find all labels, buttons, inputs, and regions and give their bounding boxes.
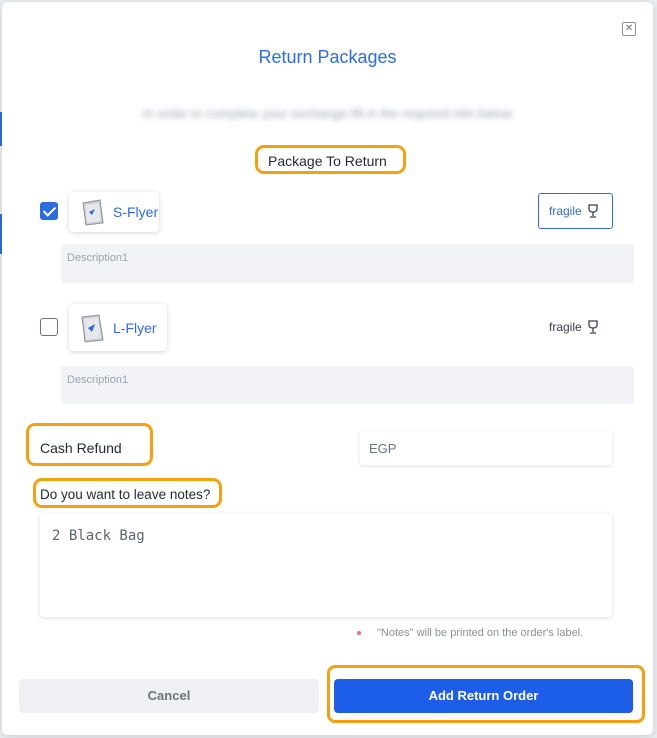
package-card-l-flyer[interactable]: L-Flyer — [69, 304, 167, 351]
l-flyer-checkbox[interactable] — [40, 318, 58, 336]
modal-subtitle: In order to complete your exchange fill … — [142, 106, 513, 121]
refund-amount-input[interactable]: EGP — [360, 431, 612, 465]
required-dot-icon — [357, 631, 361, 636]
fragile-toggle-l-flyer[interactable]: fragile — [549, 309, 609, 345]
s-flyer-checkbox[interactable] — [40, 202, 58, 220]
notes-hint-text: "Notes" will be printed on the order's l… — [377, 627, 584, 639]
fragile-label: fragile — [549, 320, 582, 334]
notes-question-label: Do you want to leave notes? — [40, 487, 211, 502]
currency-placeholder: EGP — [369, 441, 397, 456]
flyer-bag-icon — [81, 313, 104, 343]
modal-title: Return Packages — [258, 47, 397, 67]
cash-refund-label[interactable]: Cash Refund — [40, 440, 122, 456]
fragile-glass-icon — [588, 320, 598, 334]
fragile-label: fragile — [549, 204, 582, 218]
package-name: S-Flyer — [113, 204, 159, 220]
fragile-glass-icon — [588, 204, 598, 218]
description-field-s-flyer[interactable]: Description1 — [61, 244, 634, 283]
return-packages-modal: ✕ Return Packages In order to complete y… — [2, 2, 653, 735]
notes-hint: "Notes" will be printed on the order's l… — [357, 627, 583, 639]
notes-textarea[interactable]: 2 Black Bag — [40, 514, 612, 617]
close-icon[interactable]: ✕ — [622, 22, 636, 36]
add-return-order-button[interactable]: Add Return Order — [334, 679, 633, 713]
package-name: L-Flyer — [113, 319, 157, 336]
description-placeholder: Description1 — [67, 374, 129, 386]
fragile-toggle-s-flyer[interactable]: fragile — [538, 193, 613, 229]
package-section-label: Package To Return — [268, 153, 387, 169]
cancel-button[interactable]: Cancel — [19, 679, 319, 713]
package-card-s-flyer[interactable]: S-Flyer — [69, 192, 159, 232]
description-field-l-flyer[interactable]: Description1 — [61, 366, 634, 404]
description-placeholder: Description1 — [67, 252, 129, 264]
flyer-bag-icon — [82, 199, 104, 226]
